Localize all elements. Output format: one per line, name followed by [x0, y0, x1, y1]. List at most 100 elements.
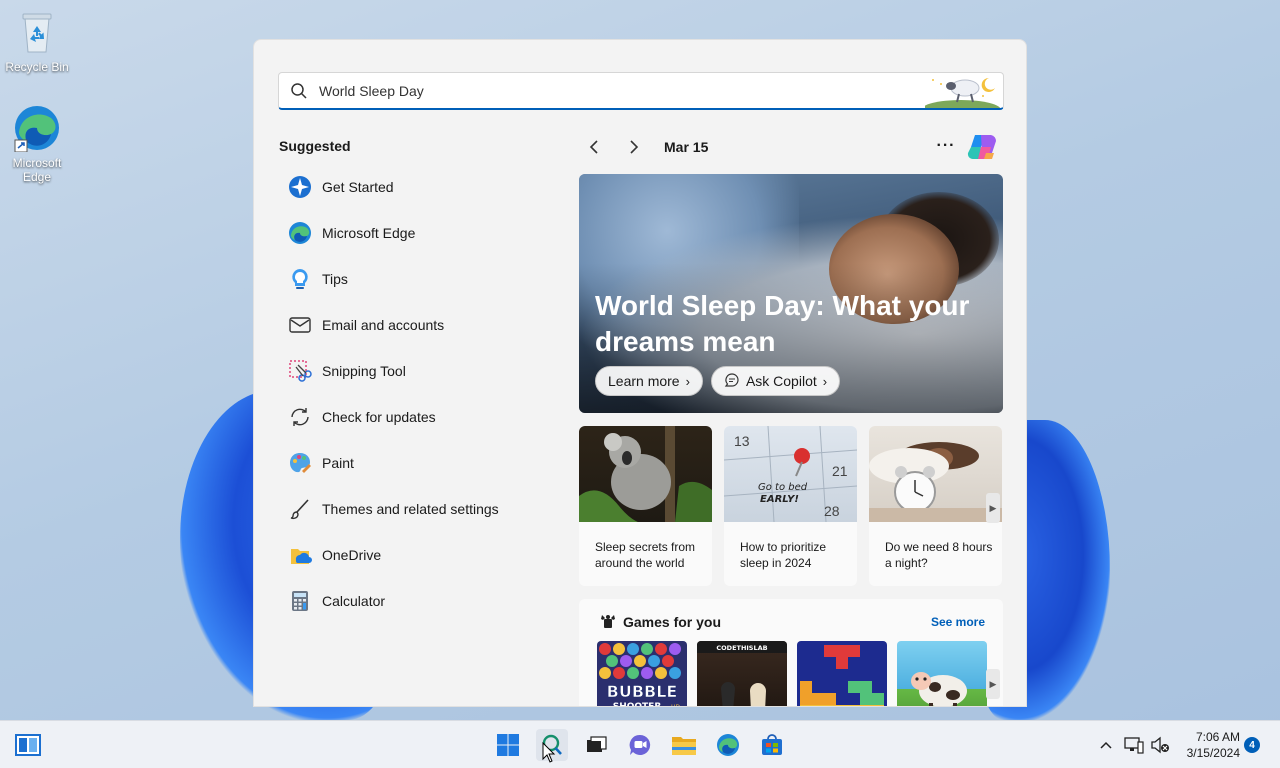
store-button[interactable] — [756, 729, 788, 761]
highlights-nav: Mar 15 ··· — [580, 132, 1004, 162]
svg-text:28: 28 — [824, 503, 840, 519]
suggested-item-label: Email and accounts — [322, 317, 445, 333]
article-cards: Sleep secrets from around the world 21 2… — [579, 426, 1003, 586]
search-panel: World Sleep Day Suggested Get Started Mi… — [253, 39, 1027, 707]
volume-muted-icon — [1151, 736, 1169, 754]
taskbar: 7:06 AM 3/15/2024 4 — [0, 720, 1280, 768]
game-tile-chess[interactable]: CODETHISLAB — [697, 641, 787, 706]
tips-icon — [288, 267, 312, 291]
ask-copilot-label: Ask Copilot — [745, 373, 817, 389]
game-tile-bubble-shooter[interactable]: BUBBLE SHOOTER HD — [597, 641, 687, 707]
svg-text:HD: HD — [671, 704, 681, 707]
edge-taskbar-button[interactable] — [712, 729, 744, 761]
desktop-icon-microsoft-edge[interactable]: Microsoft Edge — [0, 104, 74, 184]
notification-badge[interactable]: 4 — [1244, 737, 1260, 753]
next-day-button[interactable] — [620, 133, 648, 161]
chat-button[interactable] — [624, 729, 656, 761]
clock-date: 3/15/2024 — [1186, 746, 1240, 760]
see-more-link[interactable]: See more — [931, 615, 985, 629]
previous-day-button[interactable] — [580, 133, 608, 161]
copilot-icon[interactable] — [966, 132, 1000, 162]
suggested-item-label: Get Started — [322, 179, 394, 195]
suggested-item-calculator[interactable]: Calculator — [278, 578, 558, 624]
article-card[interactable]: Do we need 8 hours a night? — [869, 426, 1002, 586]
onedrive-icon — [288, 543, 312, 567]
desktop-icon-label: Microsoft Edge — [12, 156, 62, 184]
snipping-tool-icon — [288, 359, 312, 383]
ask-copilot-button[interactable]: Ask Copilot › — [710, 366, 841, 396]
article-card-caption: Sleep secrets from around the world — [595, 540, 696, 570]
search-input[interactable]: World Sleep Day — [319, 83, 424, 99]
task-view-button[interactable] — [580, 729, 612, 761]
sheep-moon-illustration — [921, 74, 1001, 120]
suggested-item-label: OneDrive — [322, 547, 382, 563]
suggested-list: Get Started Microsoft Edge Tips Email an… — [278, 164, 558, 624]
chevron-up-icon — [1100, 741, 1112, 749]
article-card[interactable]: 21 28 13 Go to bed EARLY! How to priorit… — [724, 426, 857, 586]
desktop-icon-label: Recycle Bin — [5, 60, 69, 74]
search-box[interactable]: World Sleep Day — [278, 72, 1004, 120]
suggested-item-label: Tips — [322, 271, 348, 287]
show-hidden-icons-button[interactable] — [1094, 733, 1118, 757]
suggested-item-paint[interactable]: Paint — [278, 440, 558, 486]
cards-scroll-right-button[interactable]: ▶ — [986, 493, 1000, 523]
game-tiles: BUBBLE SHOOTER HD CODETHISLAB — [597, 641, 987, 707]
mouse-pointer-icon — [542, 741, 556, 764]
desktop-icon-recycle-bin[interactable]: Recycle Bin — [0, 8, 74, 74]
article-card-caption: How to prioritize sleep in 2024 — [740, 540, 827, 570]
svg-text:CODETHISLAB: CODETHISLAB — [716, 644, 767, 652]
article-card[interactable]: Sleep secrets from around the world — [579, 426, 712, 586]
more-options-button[interactable]: ··· — [932, 132, 960, 160]
suggested-item-label: Calculator — [322, 593, 386, 609]
chevron-right-icon — [630, 140, 639, 154]
suggested-item-get-started[interactable]: Get Started — [278, 164, 558, 210]
learn-more-button[interactable]: Learn more › — [595, 366, 703, 396]
koala-image — [579, 426, 712, 525]
network-button[interactable] — [1122, 733, 1146, 757]
svg-text:EARLY!: EARLY! — [760, 494, 799, 505]
svg-text:13: 13 — [734, 433, 750, 449]
file-explorer-button[interactable] — [668, 729, 700, 761]
game-tile-block-puzzle[interactable] — [797, 641, 887, 706]
svg-text:BUBBLE: BUBBLE — [607, 682, 678, 701]
teams-chat-icon — [629, 734, 651, 755]
widgets-icon — [15, 734, 41, 756]
games-heading: Games for you — [623, 614, 722, 630]
brush-icon — [288, 497, 312, 521]
volume-button[interactable] — [1148, 733, 1172, 757]
game-tile-farm[interactable] — [897, 641, 987, 706]
games-scroll-right-button[interactable]: ▶ — [986, 669, 1000, 699]
calendar-image: 21 28 13 Go to bed EARLY! — [724, 426, 857, 523]
suggested-item-themes[interactable]: Themes and related settings — [278, 486, 558, 532]
task-view-icon — [587, 736, 607, 752]
hero-card[interactable]: World Sleep Day: What your dreams mean L… — [579, 174, 1003, 413]
svg-text:21: 21 — [832, 463, 848, 479]
chevron-left-icon — [589, 140, 598, 154]
chat-bubble-icon — [724, 372, 740, 391]
chevron-right-icon: › — [822, 373, 828, 389]
clock-time: 7:06 AM — [1195, 730, 1240, 744]
widgets-button[interactable] — [12, 729, 44, 761]
suggested-item-check-for-updates[interactable]: Check for updates — [278, 394, 558, 440]
suggested-item-tips[interactable]: Tips — [278, 256, 558, 302]
store-icon — [762, 734, 782, 755]
suggested-item-snipping-tool[interactable]: Snipping Tool — [278, 348, 558, 394]
edge-icon — [288, 221, 312, 245]
hero-actions: Learn more › Ask Copilot › — [595, 366, 841, 396]
network-icon — [1124, 737, 1144, 754]
paint-icon — [288, 451, 312, 475]
update-icon — [288, 405, 312, 429]
gamepad-icon — [599, 612, 617, 630]
hero-title: World Sleep Day: What your dreams mean — [595, 290, 970, 357]
suggested-item-onedrive[interactable]: OneDrive — [278, 532, 558, 578]
suggested-item-label: Check for updates — [322, 409, 436, 425]
suggested-item-label: Paint — [322, 455, 354, 471]
alarm-clock-image — [869, 426, 1002, 522]
suggested-item-microsoft-edge[interactable]: Microsoft Edge — [278, 210, 558, 256]
suggested-item-label: Snipping Tool — [322, 363, 406, 379]
suggested-item-email-and-accounts[interactable]: Email and accounts — [278, 302, 558, 348]
start-button[interactable] — [492, 729, 524, 761]
clock[interactable]: 7:06 AM 3/15/2024 — [1180, 729, 1240, 761]
calendar-note-text: Go to bed — [758, 482, 808, 493]
calculator-icon — [288, 589, 312, 613]
